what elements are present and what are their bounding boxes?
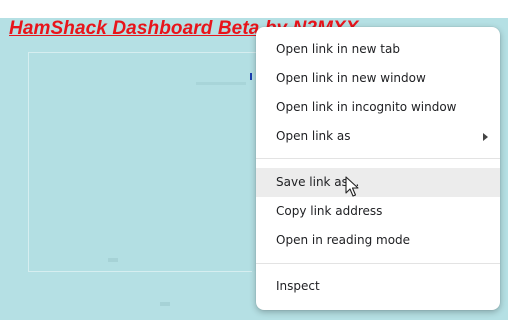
menu-item-open-reading-mode[interactable]: Open in reading mode xyxy=(256,226,500,255)
menu-item-inspect[interactable]: Inspect xyxy=(256,272,500,301)
menu-item-copy-link-address[interactable]: Copy link address xyxy=(256,197,500,226)
mouse-pointer-icon xyxy=(345,176,359,197)
menu-item-save-link-as[interactable]: Save link as... xyxy=(256,168,500,197)
menu-item-open-incognito[interactable]: Open link in incognito window xyxy=(256,93,500,122)
menu-item-open-link-as[interactable]: Open link as xyxy=(256,122,500,151)
menu-item-open-new-tab[interactable]: Open link in new tab xyxy=(256,35,500,64)
context-menu: Open link in new tab Open link in new wi… xyxy=(256,27,500,310)
dashboard-panel-left xyxy=(28,52,252,272)
menu-separator xyxy=(256,158,500,159)
menu-item-open-new-window[interactable]: Open link in new window xyxy=(256,64,500,93)
panel-artifact xyxy=(108,258,118,262)
chevron-right-icon xyxy=(483,133,488,141)
browser-top-strip xyxy=(0,0,508,18)
panel-artifact xyxy=(160,302,170,306)
link-fragment xyxy=(250,73,252,80)
panel-artifact xyxy=(196,82,246,85)
menu-separator xyxy=(256,263,500,264)
menu-item-label: Open link as xyxy=(276,129,351,143)
